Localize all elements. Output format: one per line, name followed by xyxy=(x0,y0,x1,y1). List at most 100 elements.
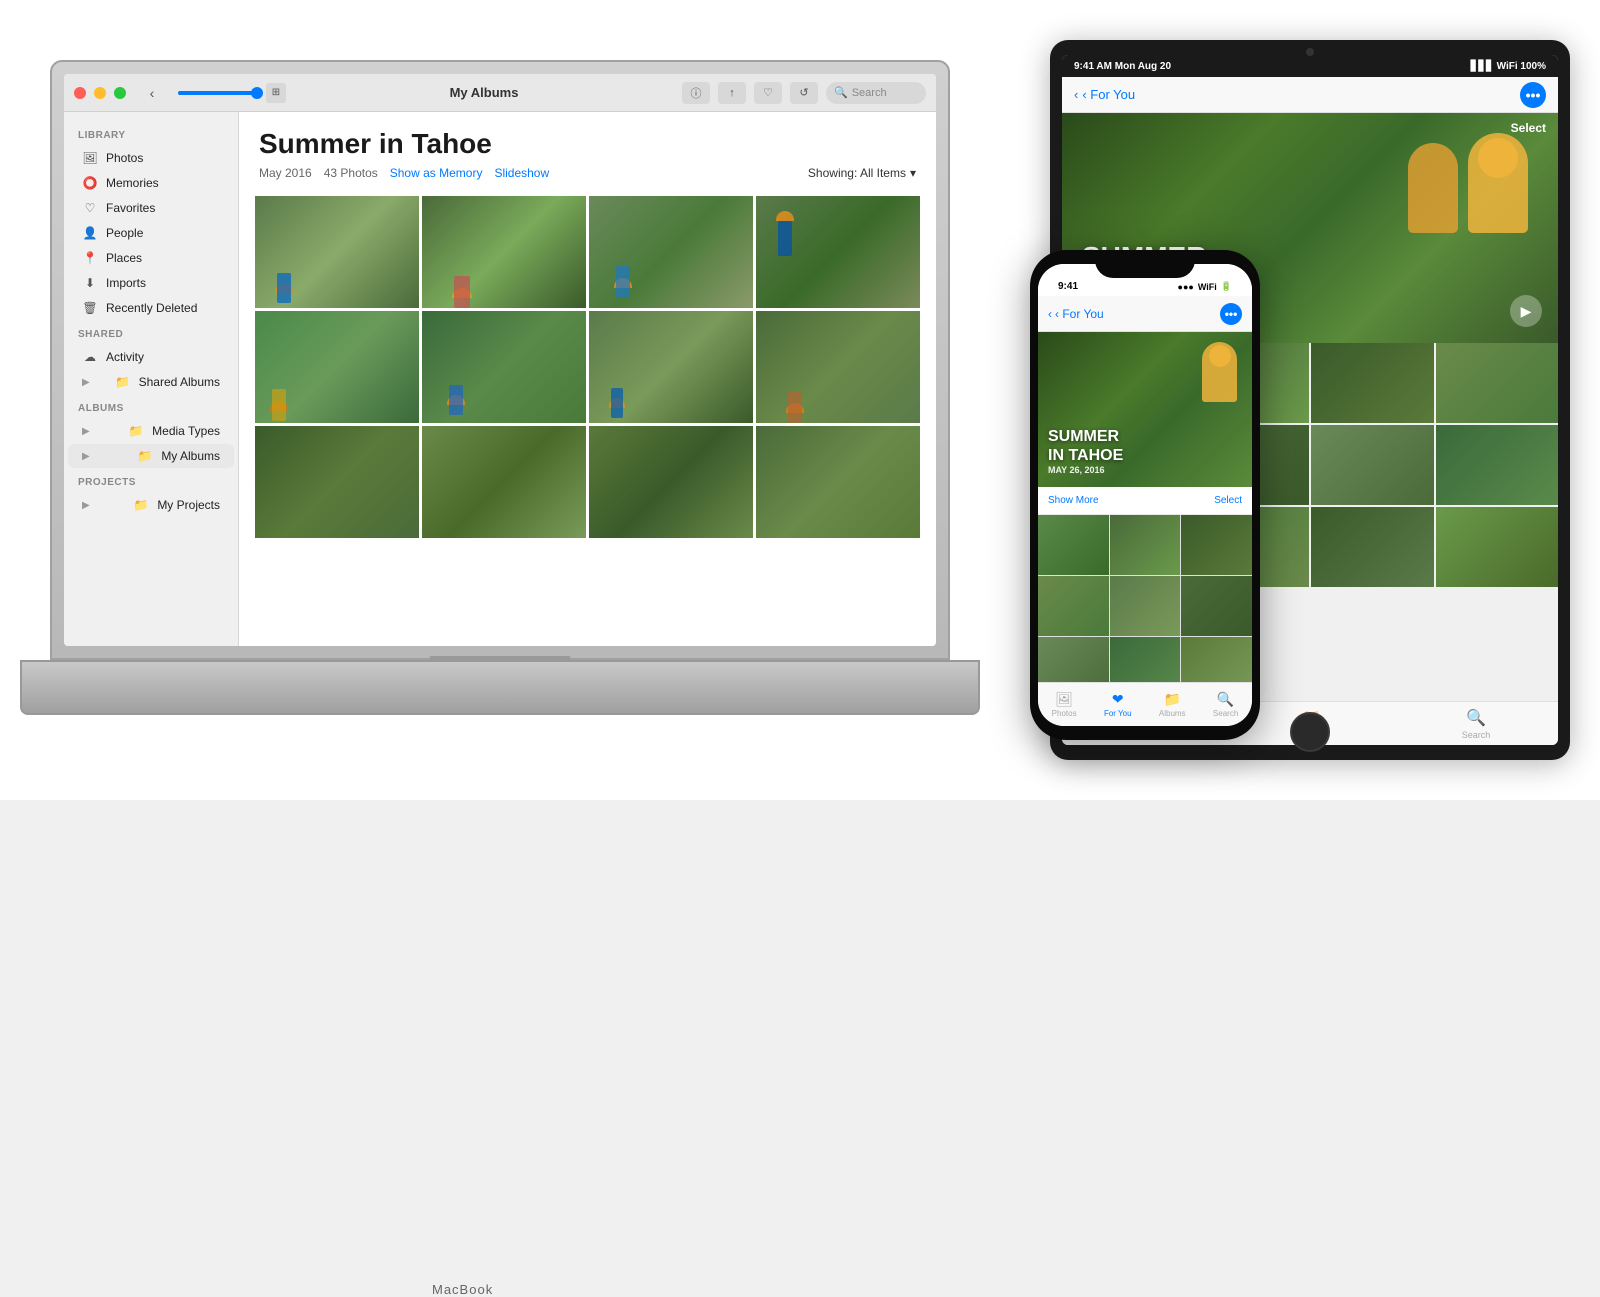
sidebar-item-photos[interactable]: 🖼 Photos xyxy=(68,146,234,170)
photo-cell[interactable] xyxy=(422,196,586,308)
photo-cell[interactable] xyxy=(422,311,586,423)
back-button[interactable]: ‹ xyxy=(142,83,162,103)
photo-cell[interactable] xyxy=(589,426,753,538)
grid-view-button[interactable]: ⊞ xyxy=(266,83,286,103)
iphone-photo-cell[interactable] xyxy=(1038,637,1109,682)
photos-app: ‹ ⊞ My Albums ⓘ ↑ ♡ ↺ 🔍 Search xyxy=(64,74,936,646)
ipad-battery-label: 100% xyxy=(1520,61,1546,72)
iphone-photo-cell[interactable] xyxy=(1181,576,1252,636)
iphone: 9:41 ●●● WiFi 🔋 ‹ ‹ For You ••• xyxy=(1030,250,1260,740)
photo-cell[interactable] xyxy=(756,196,920,308)
ipad-select-button[interactable]: Select xyxy=(1511,121,1546,135)
photo-cell[interactable] xyxy=(589,311,753,423)
search-placeholder: Search xyxy=(852,87,887,99)
iphone-photo-cell[interactable] xyxy=(1110,576,1181,636)
iphone-photo-cell[interactable] xyxy=(1181,637,1252,682)
sidebar-item-media-types[interactable]: ▶ 📁 Media Types xyxy=(68,419,234,443)
people-icon: 👤 xyxy=(82,225,98,241)
sidebar-item-favorites[interactable]: ♡ Favorites xyxy=(68,196,234,220)
sidebar-item-my-albums[interactable]: ▶ 📁 My Albums xyxy=(68,444,234,468)
ipad-photo-cell[interactable] xyxy=(1436,507,1559,587)
show-as-memory-link[interactable]: Show as Memory xyxy=(390,166,483,180)
close-button[interactable] xyxy=(74,87,86,99)
sidebar-item-memories[interactable]: ⭕ Memories xyxy=(68,171,234,195)
sidebar-item-recently-deleted[interactable]: 🗑 Recently Deleted xyxy=(68,296,234,320)
heart-button[interactable]: ♡ xyxy=(754,82,782,104)
iphone-photo-cell[interactable] xyxy=(1181,515,1252,575)
sidebar-item-places[interactable]: 📍 Places xyxy=(68,246,234,270)
iphone-tab-photos[interactable]: 🖼 Photos xyxy=(1052,691,1077,718)
iphone-hero-title: SUMMERIN TAHOE xyxy=(1048,427,1123,465)
sidebar-item-my-projects[interactable]: ▶ 📁 My Projects xyxy=(68,493,234,517)
ipad-wifi-icon: WiFi xyxy=(1497,61,1518,72)
ipad-navbar: ‹ ‹ For You ••• xyxy=(1062,77,1558,113)
info-button[interactable]: ⓘ xyxy=(682,82,710,104)
ipad-photo-cell[interactable] xyxy=(1436,425,1559,505)
ipad-more-button[interactable]: ••• xyxy=(1520,82,1546,108)
library-section-label: Library xyxy=(64,122,238,145)
sidebar-item-imports[interactable]: ⬇ Imports xyxy=(68,271,234,295)
iphone-tab-search[interactable]: 🔍 Search xyxy=(1213,691,1238,718)
album-meta: May 2016 43 Photos Show as Memory Slides… xyxy=(259,166,916,180)
iphone-tab-albums[interactable]: 📁 Albums xyxy=(1159,691,1186,718)
iphone-actions-bar: Show More Select xyxy=(1038,487,1252,515)
rotate-button[interactable]: ↺ xyxy=(790,82,818,104)
share-button[interactable]: ↑ xyxy=(718,82,746,104)
minimize-button[interactable] xyxy=(94,87,106,99)
ipad-photo-cell[interactable] xyxy=(1311,425,1434,505)
photo-cell[interactable] xyxy=(756,311,920,423)
iphone-photo-cell[interactable] xyxy=(1110,637,1181,682)
ipad-photo-cell[interactable] xyxy=(1311,343,1434,423)
maximize-button[interactable] xyxy=(114,87,126,99)
iphone-tab-for-you[interactable]: ❤ For You xyxy=(1104,691,1132,718)
ipad-back-label: ‹ For You xyxy=(1082,87,1135,102)
show-more-link[interactable]: Show More xyxy=(1048,495,1099,506)
ipad-photo-cell[interactable] xyxy=(1436,343,1559,423)
photo-cell[interactable] xyxy=(255,196,419,308)
sidebar-people-label: People xyxy=(106,226,143,240)
photo-cell[interactable] xyxy=(255,426,419,538)
photo-cell[interactable] xyxy=(255,311,419,423)
projects-section-label: Projects xyxy=(64,469,238,492)
zoom-slider[interactable] xyxy=(178,91,258,95)
ipad-play-button[interactable]: ▶ xyxy=(1510,295,1542,327)
sidebar-item-shared-albums[interactable]: ▶ 📁 Shared Albums xyxy=(68,370,234,394)
iphone-photo-cell[interactable] xyxy=(1038,515,1109,575)
iphone-photo-cell[interactable] xyxy=(1110,515,1181,575)
photo-cell[interactable] xyxy=(756,426,920,538)
search-tab-label: Search xyxy=(1462,730,1491,740)
sidebar-item-people[interactable]: 👤 People xyxy=(68,221,234,245)
iphone-hero-text: SUMMERIN TAHOE MAY 26, 2016 xyxy=(1048,427,1123,475)
iphone-photo-cell[interactable] xyxy=(1038,576,1109,636)
sidebar-activity-label: Activity xyxy=(106,350,144,364)
iphone-battery-icon: 🔋 xyxy=(1221,281,1232,292)
ipad-time: 9:41 AM Mon Aug 20 xyxy=(1074,61,1171,72)
iphone-hero-image: SUMMERIN TAHOE MAY 26, 2016 xyxy=(1038,332,1252,487)
select-link[interactable]: Select xyxy=(1214,495,1242,506)
ipad-tab-search[interactable]: 🔍 Search xyxy=(1462,708,1491,740)
ipad-signal-icon: ▋▋▋ xyxy=(1471,61,1494,72)
recently-deleted-icon: 🗑 xyxy=(82,300,98,316)
showing-filter[interactable]: Showing: All Items ▾ xyxy=(808,166,916,180)
ipad-home-button[interactable] xyxy=(1290,712,1330,752)
sidebar-item-activity[interactable]: ☁ Activity xyxy=(68,345,234,369)
for-you-iphone-tab-icon: ❤ xyxy=(1112,691,1124,708)
ipad-camera xyxy=(1306,48,1314,56)
media-types-icon: 📁 xyxy=(128,423,144,439)
photo-cell[interactable] xyxy=(422,426,586,538)
photos-icon: 🖼 xyxy=(82,150,98,166)
ipad-photo-cell[interactable] xyxy=(1311,507,1434,587)
my-albums-arrow-icon: ▶ xyxy=(82,451,90,462)
iphone-wifi-icon: WiFi xyxy=(1198,282,1217,292)
albums-section-label: Albums xyxy=(64,395,238,418)
showing-chevron-icon: ▾ xyxy=(910,166,916,180)
search-input[interactable]: 🔍 Search xyxy=(826,82,926,104)
iphone-back-button[interactable]: ‹ ‹ For You xyxy=(1048,307,1104,321)
iphone-more-button[interactable]: ••• xyxy=(1220,303,1242,325)
ipad-back-button[interactable]: ‹ ‹ For You xyxy=(1074,87,1135,102)
media-types-arrow-icon: ▶ xyxy=(82,426,90,437)
photos-titlebar: ‹ ⊞ My Albums ⓘ ↑ ♡ ↺ 🔍 Search xyxy=(64,74,936,112)
macbook: ‹ ⊞ My Albums ⓘ ↑ ♡ ↺ 🔍 Search xyxy=(50,60,990,740)
photo-cell[interactable] xyxy=(589,196,753,308)
slideshow-link[interactable]: Slideshow xyxy=(494,166,549,180)
